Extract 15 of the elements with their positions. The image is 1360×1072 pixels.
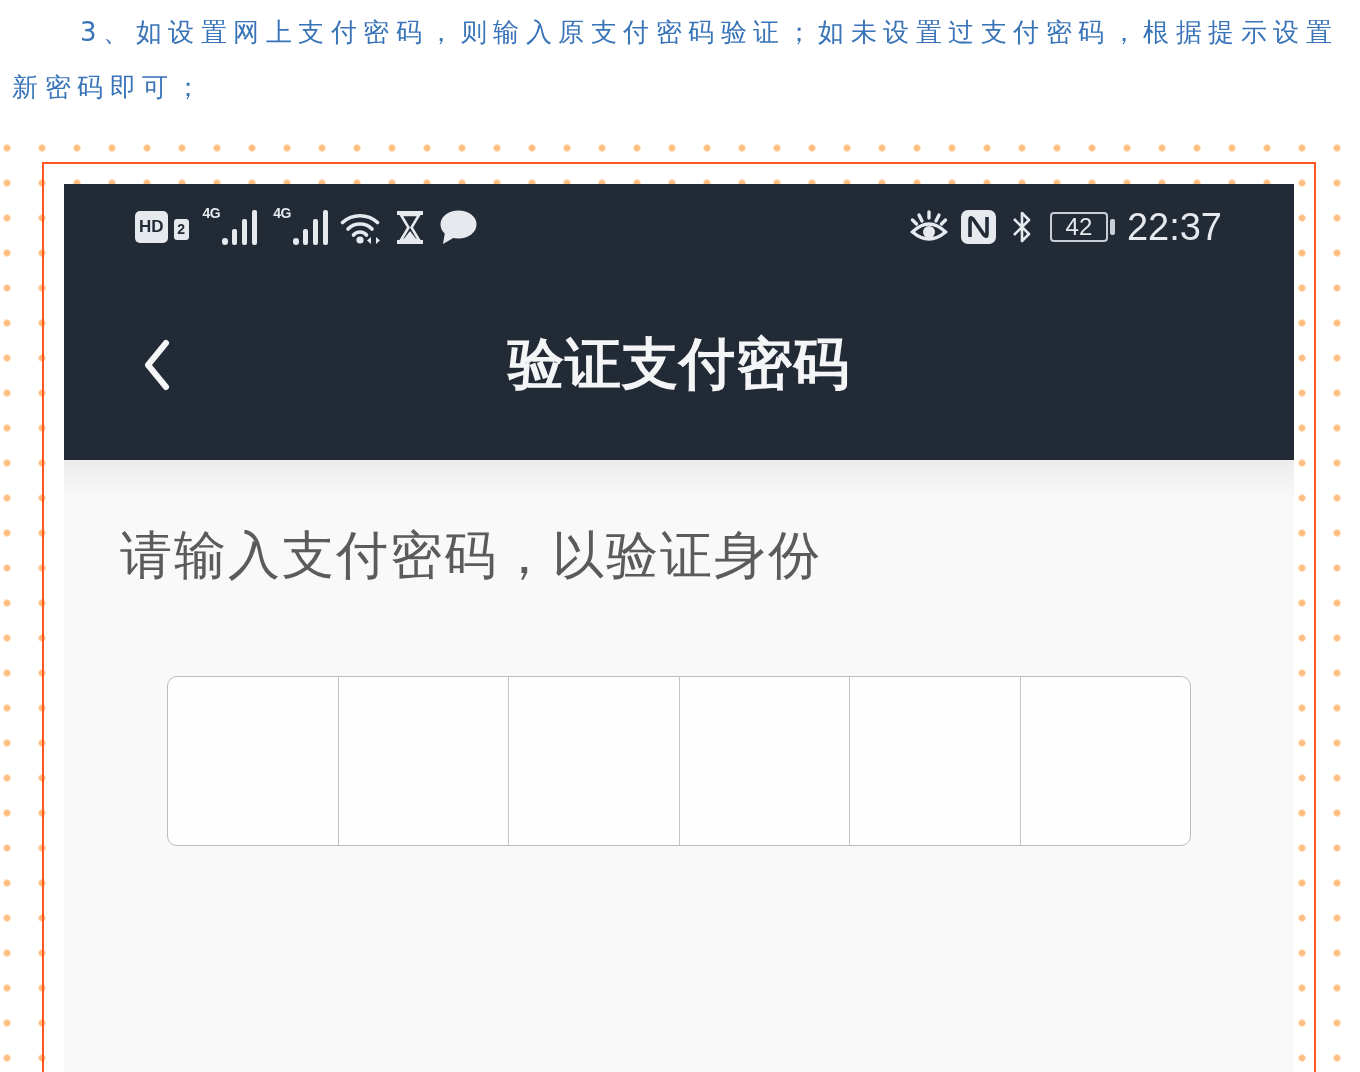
nfc-icon (960, 210, 996, 244)
chat-bubble-icon (439, 209, 477, 245)
signal-icon (222, 209, 260, 245)
prompt-text: 请输入支付密码，以验证身份 (120, 525, 822, 585)
status-time: 22:37 (1126, 205, 1222, 249)
page-title: 验证支付密码 (508, 330, 850, 398)
signal-icon (292, 209, 330, 245)
instruction-text: 3、如设置网上支付密码，则输入原支付密码验证；如未设置过支付密码，根据提示设置新密码即可； (11, 16, 1340, 104)
sim-indicator: 2 (173, 218, 189, 240)
network-type-label: 4G (273, 205, 291, 220)
hourglass-icon (396, 210, 423, 244)
hd-indicator: HD (135, 211, 168, 243)
network-type-label: 4G (202, 205, 221, 220)
battery-indicator: 42 (1049, 212, 1115, 242)
back-icon[interactable] (143, 339, 171, 391)
